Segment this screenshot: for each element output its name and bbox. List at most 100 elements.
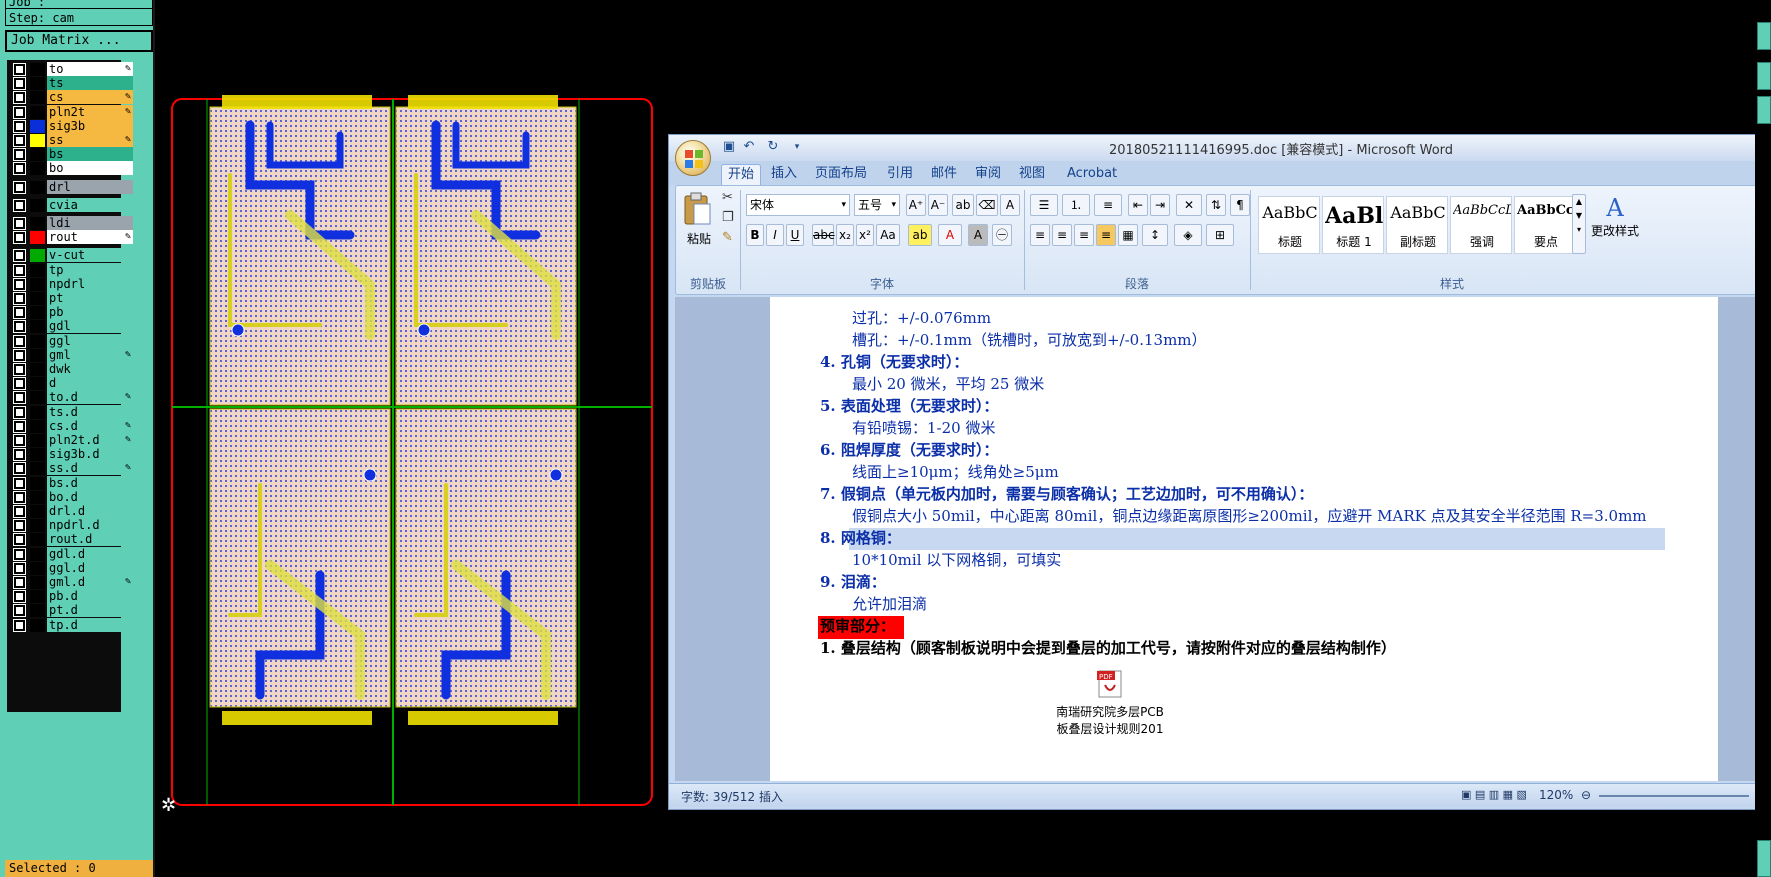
layer-row[interactable]: cvia	[11, 197, 133, 212]
text-effects-icon[interactable]: Aa	[876, 224, 900, 246]
align-right-icon[interactable]: ≡	[1074, 224, 1094, 246]
layer-name[interactable]: npdrl.d	[47, 518, 133, 533]
document-line[interactable]: 6. 阻焊厚度（无要求时）：	[820, 439, 998, 460]
layer-row[interactable]: pt	[11, 291, 133, 305]
layer-row[interactable]: pt.d	[11, 603, 133, 618]
layer-row[interactable]: to.d ✎	[11, 390, 133, 405]
layer-checkbox[interactable]	[13, 576, 26, 589]
numbering-icon[interactable]: ⒈	[1062, 194, 1090, 216]
layer-name[interactable]: sig3b.d	[47, 447, 133, 462]
layer-checkbox[interactable]	[13, 604, 26, 618]
document-line[interactable]: 过孔：+/-0.076mm	[852, 307, 991, 328]
layer-name[interactable]: ts	[47, 76, 133, 91]
layer-color-swatch[interactable]	[30, 462, 45, 476]
layer-color-swatch[interactable]	[30, 434, 45, 447]
layer-color-swatch[interactable]	[30, 148, 45, 162]
layer-color-swatch[interactable]	[30, 419, 45, 433]
document-line[interactable]: 有铅喷锡：1-20 微米	[852, 417, 995, 438]
edge-button[interactable]	[1757, 840, 1771, 877]
layer-row[interactable]: ggl.d	[11, 560, 133, 575]
layer-checkbox[interactable]	[13, 490, 26, 504]
layer-name[interactable]: dwk	[47, 362, 133, 376]
layer-checkbox[interactable]	[13, 377, 26, 391]
layer-color-swatch[interactable]	[30, 105, 45, 119]
layer-checkbox[interactable]	[13, 533, 26, 547]
layer-row[interactable]: sig3b	[11, 118, 133, 133]
layer-row[interactable]: ts	[11, 76, 133, 91]
job-matrix-button[interactable]: Job Matrix ...	[5, 30, 153, 52]
layer-row[interactable]: to ✎	[11, 62, 133, 76]
layer-checkbox[interactable]	[13, 134, 26, 147]
layer-row[interactable]: cs.d ✎	[11, 418, 133, 433]
layer-color-swatch[interactable]	[30, 63, 45, 76]
layer-checkbox[interactable]	[13, 505, 26, 518]
layer-color-swatch[interactable]	[30, 561, 45, 575]
insert-mode[interactable]: 插入	[759, 788, 783, 805]
align-left-icon[interactable]: ≡	[1030, 224, 1050, 246]
layer-name[interactable]: bs.d	[47, 475, 133, 490]
layer-checkbox[interactable]	[13, 217, 26, 230]
shading-icon[interactable]: ◈	[1174, 224, 1202, 246]
layer-color-swatch[interactable]	[30, 576, 45, 589]
view-buttons-icon[interactable]: ▣ ▤ ▥ ▦ ▧	[1461, 788, 1527, 801]
layer-color-swatch[interactable]	[30, 604, 45, 618]
char-border-icon[interactable]: A	[1000, 194, 1020, 216]
layer-checkbox[interactable]	[13, 63, 26, 76]
distribute-icon[interactable]: ▦	[1118, 224, 1138, 246]
layer-row[interactable]: drl.d	[11, 504, 133, 518]
layer-checkbox[interactable]	[13, 419, 26, 433]
copy-icon[interactable]: ❐	[722, 210, 734, 225]
font-color-icon[interactable]: A	[938, 224, 962, 246]
layer-checkbox[interactable]	[13, 462, 26, 476]
layer-row[interactable]: cs ✎	[11, 90, 133, 105]
layer-checkbox[interactable]	[13, 547, 26, 561]
layer-name[interactable]: gdl	[47, 319, 133, 334]
layer-row[interactable]: pln2t.d ✎	[11, 433, 133, 447]
layer-row[interactable]: bs.d	[11, 475, 133, 490]
layer-row[interactable]: v-cut	[11, 248, 133, 263]
document-line[interactable]: 假铜点大小 50mil，中心距离 80mil，铜点边缘距离原图形≥200mil，…	[852, 505, 1647, 526]
qat-customize-icon[interactable]: ▾	[789, 139, 805, 155]
style-tile[interactable]: AaBl 标题 1	[1322, 196, 1384, 254]
layer-row[interactable]: ggl	[11, 333, 133, 348]
layer-name[interactable]: bo.d	[47, 489, 133, 504]
layer-row[interactable]: pb	[11, 305, 133, 320]
style-tile[interactable]: AaBbC 标题	[1258, 196, 1320, 254]
layer-checkbox[interactable]	[13, 91, 26, 105]
document-line[interactable]: 10*10mil 以下网格铜，可填实	[852, 549, 1061, 570]
layer-color-swatch[interactable]	[30, 306, 45, 320]
layer-row[interactable]: pb.d	[11, 589, 133, 604]
bullets-icon[interactable]: ☰	[1030, 194, 1058, 216]
layer-color-swatch[interactable]	[30, 198, 45, 212]
layer-row[interactable]: rout.d	[11, 532, 133, 547]
pcb-panel-view[interactable]	[170, 95, 654, 810]
layer-color-swatch[interactable]	[30, 519, 45, 533]
layer-name[interactable]: ts.d	[47, 404, 133, 419]
layer-row[interactable]: bs	[11, 147, 133, 162]
layer-color-swatch[interactable]	[30, 217, 45, 230]
style-tile[interactable]: AaBbC 副标题	[1386, 196, 1448, 254]
layer-name[interactable]: bo	[47, 161, 133, 176]
highlight-icon[interactable]: ab	[908, 224, 932, 246]
layer-name[interactable]: gdl.d	[47, 546, 133, 561]
layer-checkbox[interactable]	[13, 249, 26, 263]
layer-color-swatch[interactable]	[30, 162, 45, 176]
decrease-indent-icon[interactable]: ⇤	[1128, 194, 1148, 216]
layer-row[interactable]: ss ✎	[11, 133, 133, 147]
layer-row[interactable]: tp	[11, 262, 133, 277]
save-icon[interactable]: ▣	[721, 139, 737, 155]
style-gallery-scroll[interactable]: ▲ ▼ ▾	[1572, 194, 1586, 254]
layer-row[interactable]: gml ✎	[11, 347, 133, 362]
layer-row[interactable]: pln2t ✎	[11, 104, 133, 119]
font-name-combo[interactable]: 宋体 ▾	[746, 194, 850, 216]
layer-checkbox[interactable]	[13, 561, 26, 575]
layer-name[interactable]: sig3b	[47, 118, 133, 133]
layer-name[interactable]: tp	[47, 262, 133, 277]
edge-button[interactable]	[1757, 22, 1771, 50]
layer-row[interactable]: ldi	[11, 216, 133, 230]
layer-color-swatch[interactable]	[30, 231, 45, 245]
layer-color-swatch[interactable]	[30, 292, 45, 305]
document-line[interactable]: 9. 泪滴：	[820, 571, 886, 592]
layer-checkbox[interactable]	[13, 448, 26, 462]
layer-color-swatch[interactable]	[30, 391, 45, 405]
